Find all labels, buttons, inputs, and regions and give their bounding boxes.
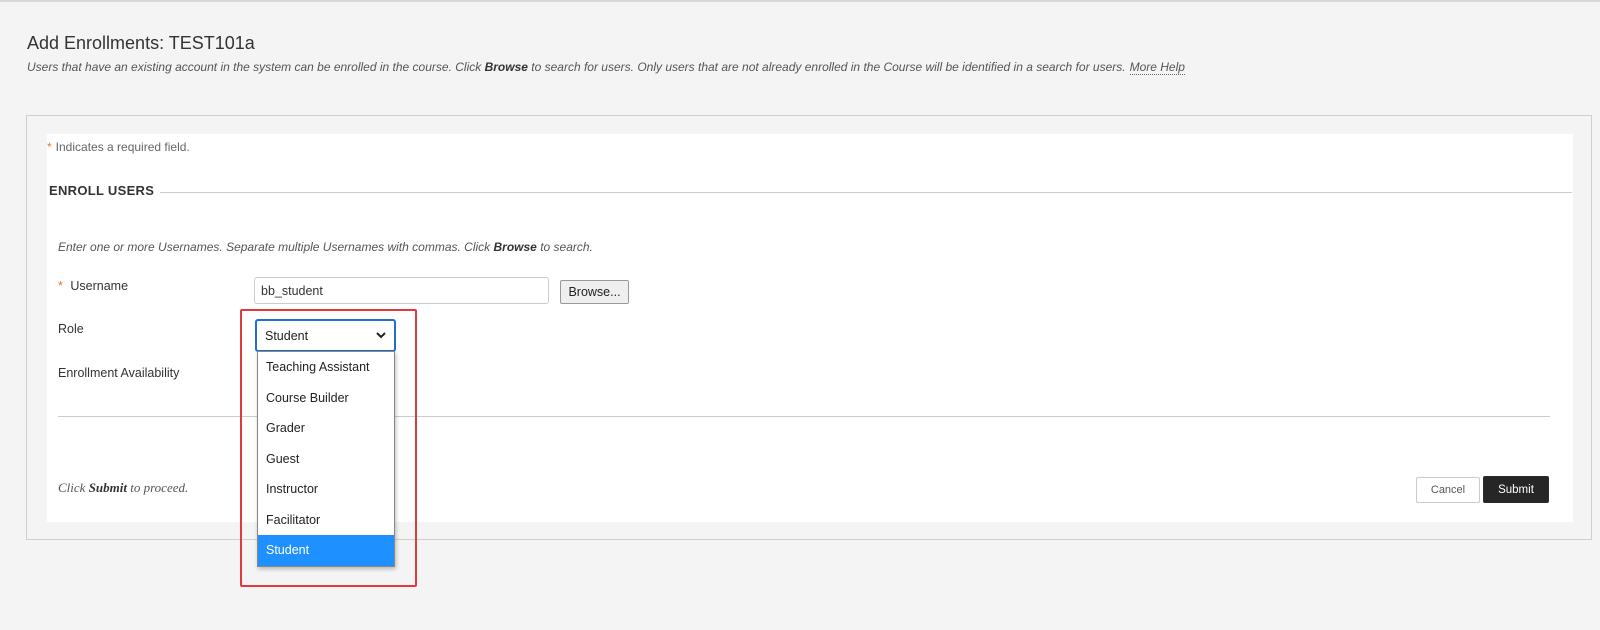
page-title: Add Enrollments: TEST101a [27,33,255,53]
annotation-highlight-box [240,309,417,587]
instructions-text-1: Users that have an existing account in t… [27,60,485,74]
username-label-text: Username [70,279,129,293]
username-label: * Username [58,279,128,293]
submit-instr-emphasis: Submit [88,480,127,495]
submit-instr-text-2: to proceed. [126,480,189,495]
browse-button[interactable]: Browse... [560,280,629,304]
enroll-instructions: Enter one or more Usernames. Separate mu… [58,240,593,254]
enroll-instr-browse-emphasis: Browse [493,240,537,254]
username-input[interactable] [254,277,549,304]
submit-instr-text-1: Click [58,480,89,495]
submit-button[interactable]: Submit [1483,476,1549,503]
required-note-text: Indicates a required field. [55,140,190,154]
page-instructions: Users that have an existing account in t… [27,60,1185,75]
required-star: * [47,140,52,154]
section-divider [160,192,1572,193]
username-required-star: * [58,279,63,293]
enrollment-availability-label: Enrollment Availability [58,366,180,380]
enroll-instr-text-2: to search. [536,240,593,254]
more-help-link[interactable]: More Help [1129,60,1185,75]
top-border [0,0,1600,2]
submit-instructions: Click Submit to proceed. [58,480,188,496]
enroll-instr-text-1: Enter one or more Usernames. Separate mu… [58,240,494,254]
section-title-enroll-users: ENROLL USERS [49,183,155,198]
role-label: Role [58,322,84,336]
cancel-button[interactable]: Cancel [1416,477,1480,503]
required-field-note: * Indicates a required field. [47,140,190,154]
instructions-browse-emphasis: Browse [484,60,528,74]
instructions-text-2: to search for users. Only users that are… [527,60,1126,74]
